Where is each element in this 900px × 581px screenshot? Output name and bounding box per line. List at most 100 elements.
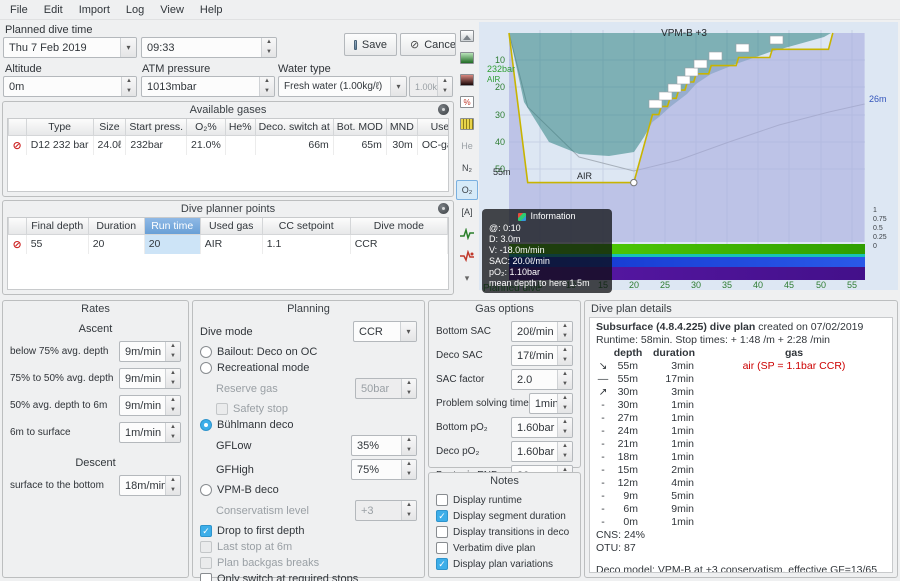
col-mod[interactable]: Bot. MOD [333,119,386,136]
col-run-time[interactable]: Run time [144,218,200,235]
toggle-pN2-button[interactable]: N₂ [456,158,478,178]
toggle-air-button[interactable]: [A] [456,202,478,222]
col-duration[interactable]: Duration [88,218,144,235]
spin-arrows-icon[interactable]: ▲▼ [165,476,180,495]
menu-log[interactable]: Log [118,2,152,18]
show-tissues-button[interactable] [456,70,478,90]
verbatim-dive-plan-checkbox[interactable]: Verbatim dive plan [436,542,573,554]
gfhigh-spinner[interactable]: 75%▲▼ [351,459,417,480]
photo-icon [460,30,474,42]
toolbar-scroll-down-button[interactable]: ▾ [456,268,478,288]
last-stop-6m-checkbox[interactable]: Last stop at 6m [200,541,417,553]
spin-arrows-icon[interactable]: ▲▼ [401,436,416,455]
col-final-depth[interactable]: Final depth [26,218,88,235]
planner-point-row[interactable]: ⊘ 55 20 20 AIR 1.1 CCR [9,235,448,254]
col-size[interactable]: Size [93,119,126,136]
menu-edit[interactable]: Edit [36,2,71,18]
menu-help[interactable]: Help [192,2,231,18]
col-cc-setpoint[interactable]: CC setpoint [262,218,350,235]
remove-gas-icon[interactable]: ⊘ [13,140,22,152]
spin-arrows-icon[interactable]: ▲▼ [165,342,180,361]
dive-plan-details-body[interactable]: Subsurface (4.8.4.225) dive plan created… [589,317,893,573]
problem-time-spinner[interactable]: 1min▲▼ [529,393,573,414]
chevron-down-icon: ▾ [120,38,136,57]
display-transitions-checkbox[interactable]: Display transitions in deco [436,526,573,538]
col-use[interactable]: Use [417,119,449,136]
menu-view[interactable]: View [152,2,192,18]
water-type-combo[interactable]: Fresh water (1.00kg/ℓ)▾ [278,76,407,97]
buhlmann-deco-radio[interactable]: Bühlmann deco [200,419,417,431]
toggle-heartrate-button[interactable] [456,224,478,244]
spin-arrows-icon[interactable]: ▲▼ [557,346,572,365]
spin-arrows-icon[interactable]: ▲▼ [401,460,416,479]
col-type[interactable]: Type [26,119,93,136]
spin-arrows-icon[interactable]: ▲▼ [121,77,136,96]
only-switch-required-checkbox[interactable]: Only switch at required stops [200,573,417,581]
vpmb-deco-radio[interactable]: VPM-B deco [200,484,417,496]
display-plan-variations-checkbox[interactable]: ✓Display plan variations [436,558,573,570]
toggle-pHe-button[interactable]: He [456,136,478,156]
spin-arrows-icon[interactable]: ▲▼ [165,423,180,442]
problem-time-label: Problem solving time [436,398,529,409]
bottom-sac-spinner[interactable]: 20ℓ/min▲▼ [511,321,573,342]
altitude-spinner[interactable]: 0m▲▼ [3,76,137,97]
toggle-pO2-button[interactable]: O₂ [456,180,478,200]
configure-columns-icon[interactable] [438,203,449,214]
show-percentages-button[interactable]: % [456,92,478,112]
sac-factor-spinner[interactable]: 2.0▲▼ [511,369,573,390]
spin-arrows-icon[interactable]: ▲▼ [165,396,180,415]
atm-pressure-spinner[interactable]: 1013mbar▲▼ [141,76,275,97]
toggle-dc-ceiling-button[interactable] [456,246,478,266]
svg-text:0.5: 0.5 [873,225,883,232]
spin-arrows-icon[interactable]: ▲▼ [557,442,572,461]
spin-arrows-icon[interactable]: ▲▼ [557,394,572,413]
profile-tooltip[interactable]: Information @: 0:10 D: 3.0m V: -18.0m/mi… [482,209,612,293]
col-start[interactable]: Start press. [126,119,187,136]
spin-arrows-icon[interactable]: ▲▼ [259,77,274,96]
bottom-po2-label: Bottom pO₂ [436,422,488,433]
drop-to-first-depth-checkbox[interactable]: ✓Drop to first depth [200,525,417,537]
ascent-rate-spinner-50[interactable]: 9m/min▲▼ [119,368,181,389]
plan-created-line: Subsurface (4.8.4.225) dive plan created… [596,321,886,334]
col-he[interactable]: He% [225,119,255,136]
spin-arrows-icon[interactable]: ▲▼ [261,38,276,57]
ascent-rate-spinner-75[interactable]: 9m/min▲▼ [119,341,181,362]
chevron-down-icon: ▾ [390,77,406,96]
dive-date-combo[interactable]: Thu 7 Feb 2019▾ [3,37,137,58]
spin-arrows-icon[interactable]: ▲▼ [557,370,572,389]
deco-po2-spinner[interactable]: 1.60bar▲▼ [511,441,573,462]
display-runtime-checkbox[interactable]: Display runtime [436,494,573,506]
spin-arrows-icon[interactable]: ▲▼ [557,322,572,341]
rate-label: 6m to surface [10,427,71,438]
col-used-gas[interactable]: Used gas [200,218,262,235]
ascent-rate-spinner-surface[interactable]: 1m/min▲▼ [119,422,181,443]
recreational-mode-radio[interactable]: Recreational mode [200,362,417,374]
ascent-rate-spinner-6m[interactable]: 9m/min▲▼ [119,395,181,416]
display-segment-duration-checkbox[interactable]: ✓Display segment duration [436,510,573,522]
save-button[interactable]: Save [344,33,397,56]
descent-rate-spinner[interactable]: 18m/min▲▼ [119,475,181,496]
ruler-button[interactable] [456,114,478,134]
deco-sac-spinner[interactable]: 17ℓ/min▲▼ [511,345,573,366]
remove-point-icon[interactable]: ⊘ [13,239,22,251]
configure-columns-icon[interactable] [438,104,449,115]
menu-file[interactable]: File [2,2,36,18]
dive-mode-combo[interactable]: CCR▾ [353,321,417,342]
show-photos-button[interactable] [456,26,478,46]
rates-title: Rates [3,301,188,316]
show-ceiling-button[interactable] [456,48,478,68]
spin-arrows-icon[interactable]: ▲▼ [165,369,180,388]
bailout-radio[interactable]: Bailout: Deco on OC [200,346,417,358]
col-switch[interactable]: Deco. switch at [255,119,333,136]
planner-point-handle[interactable] [631,179,637,185]
spin-arrows-icon[interactable]: ▲▼ [557,418,572,437]
bottom-po2-spinner[interactable]: 1.60bar▲▼ [511,417,573,438]
col-o2[interactable]: O₂% [187,119,226,136]
menu-import[interactable]: Import [71,2,118,18]
gflow-spinner[interactable]: 35%▲▼ [351,435,417,456]
cancel-button[interactable]: ⊘Cancel [400,33,456,56]
gas-row[interactable]: ⊘ D12 232 bar 24.0ℓ 232bar 21.0% 66m 65m… [9,136,450,155]
dive-time-spinner[interactable]: 09:33▲▼ [141,37,277,58]
col-mnd[interactable]: MND [386,119,417,136]
col-dive-mode[interactable]: Dive mode [350,218,447,235]
